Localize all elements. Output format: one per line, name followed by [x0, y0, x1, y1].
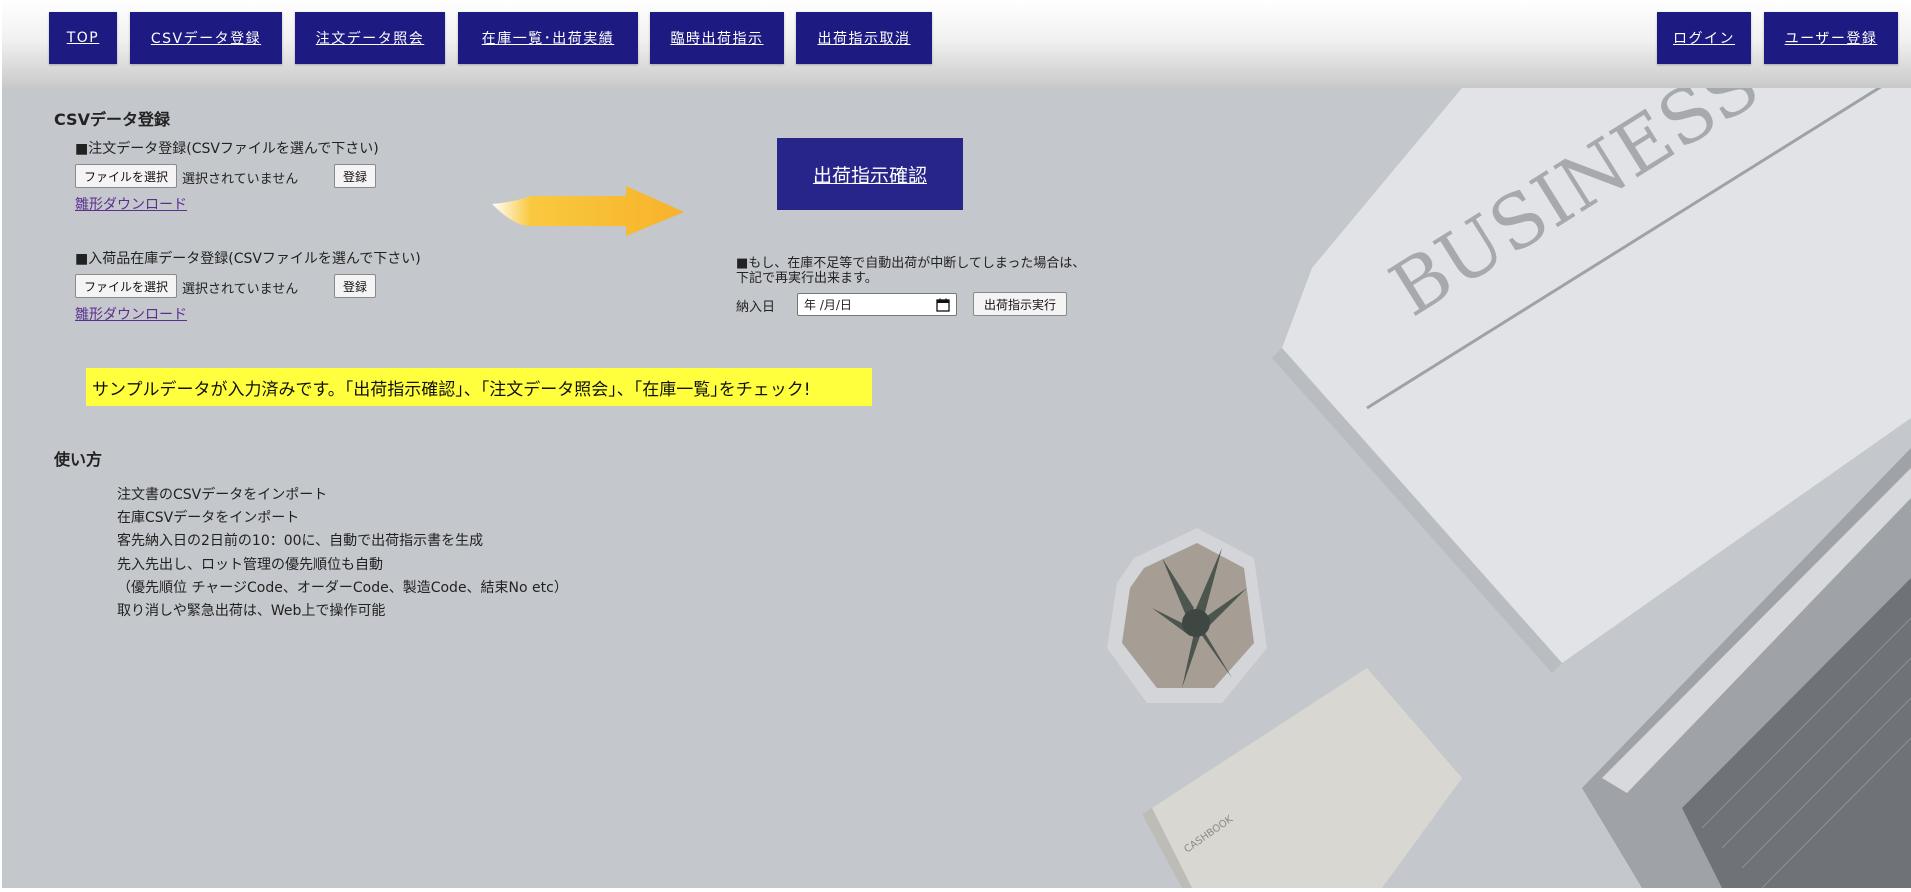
order-file-status: 選択されていません	[182, 172, 299, 187]
stock-template-download-link[interactable]: 雛形ダウンロード	[75, 304, 187, 324]
newspaper-title: BUSINESS	[1376, 88, 1774, 333]
rerun-note-line2: 下記で再実行出来ます。	[736, 271, 878, 286]
nav-shipping-cancel-button[interactable]: 出荷指示取消	[796, 12, 932, 64]
usage-line: 注文書のCSVデータをインポート	[117, 487, 328, 503]
background-photo: BUSINESS CASHBOOK	[1107, 88, 1911, 888]
nav-top-button[interactable]: TOP	[49, 12, 117, 64]
nav-csv-register-button[interactable]: CSVデータ登録	[130, 12, 282, 64]
usage-line: 先入先出し、ロット管理の優先順位も自動	[117, 556, 383, 573]
usage-list: 注文書のCSVデータをインポート 在庫CSVデータをインポート 客先納入日の2日…	[117, 484, 568, 623]
usage-line: 客先納入日の2日前の10：00に、自動で出荷指示書を生成	[117, 533, 484, 550]
laptop-image	[1582, 448, 1911, 888]
newspaper-image: BUSINESS	[1272, 88, 1911, 673]
usage-line: （優先順位 チャージCode、オーダーCode、製造Code、結束No etc）	[117, 579, 568, 596]
sample-data-notice: サンプルデータが入力済みです。｢出荷指示確認｣、｢注文データ照会｣、｢在庫一覧｣…	[86, 368, 872, 406]
notebook-image: CASHBOOK	[1142, 668, 1462, 888]
stock-submit-button[interactable]: 登録	[334, 274, 376, 298]
csv-section-title: CSVデータ登録	[54, 110, 170, 129]
shipping-execute-button[interactable]: 出荷指示実行	[973, 292, 1067, 316]
plant-image	[1107, 528, 1267, 703]
login-button[interactable]: ログイン	[1657, 12, 1751, 64]
shipping-confirm-button[interactable]: 出荷指示確認	[777, 138, 963, 210]
user-register-button[interactable]: ユーザー登録	[1764, 12, 1898, 64]
notebook-label: CASHBOOK	[1182, 814, 1235, 856]
order-template-download-link[interactable]: 雛形ダウンロード	[75, 194, 187, 214]
nav-temp-shipping-button[interactable]: 臨時出荷指示	[650, 12, 784, 64]
order-submit-button[interactable]: 登録	[334, 164, 376, 188]
usage-line: 在庫CSVデータをインポート	[117, 510, 300, 527]
nav-stock-list-button[interactable]: 在庫一覧･出荷実績	[458, 12, 638, 64]
usage-section-title: 使い方	[54, 450, 103, 469]
arrow-right-icon	[492, 186, 684, 236]
page-frame: BUSINESS CASHBOOK TOP CSVデータ登録 注文データ照会 在…	[2, 0, 1911, 888]
order-file-select-button[interactable]: ファイルを選択	[75, 164, 177, 188]
stock-upload-label: ■入荷品在庫データ登録(CSVファイルを選んで下さい)	[75, 251, 421, 267]
calendar-icon[interactable]	[936, 298, 950, 312]
header-bar: TOP CSVデータ登録 注文データ照会 在庫一覧･出荷実績 臨時出荷指示 出荷…	[2, 0, 1911, 88]
stock-file-status: 選択されていません	[182, 282, 299, 297]
delivery-date-input[interactable]: 年 /月/日	[797, 293, 957, 316]
stock-file-select-button[interactable]: ファイルを選択	[75, 274, 177, 298]
delivery-date-label: 納入日	[736, 300, 776, 315]
nav-order-inquiry-button[interactable]: 注文データ照会	[295, 12, 445, 64]
usage-line: 取り消しや緊急出荷は、Web上で操作可能	[117, 603, 386, 620]
order-upload-label: ■注文データ登録(CSVファイルを選んで下さい)	[75, 141, 379, 157]
delivery-date-placeholder: 年 /月/日	[804, 298, 852, 312]
